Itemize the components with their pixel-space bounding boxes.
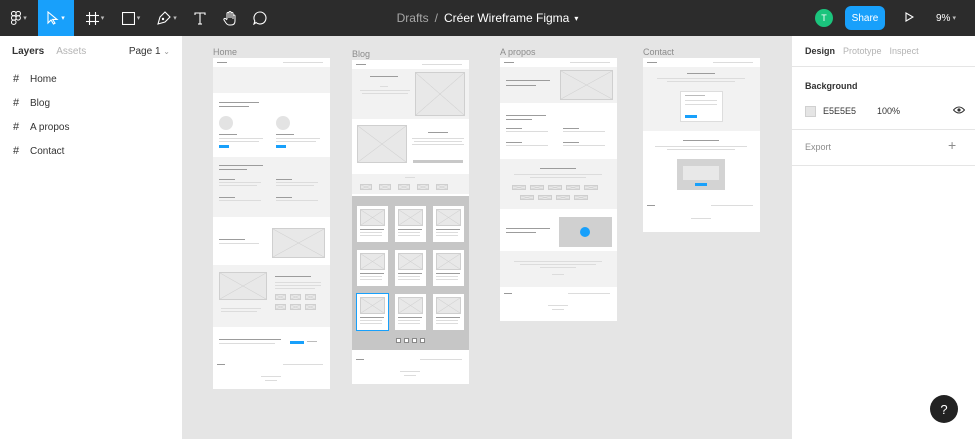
layer-item-contact[interactable]: # Contact — [0, 139, 182, 163]
frame-label-blog[interactable]: Blog — [352, 49, 370, 59]
blog-card — [395, 294, 426, 330]
chevron-down-icon: ▾ — [136, 14, 141, 22]
comment-tool-button[interactable] — [249, 0, 271, 36]
eye-icon[interactable] — [952, 106, 966, 116]
blog-card — [395, 206, 426, 242]
hand-tool-button[interactable] — [219, 0, 241, 36]
chevron-down-icon: ▾ — [173, 14, 177, 22]
layer-item-blog[interactable]: # Blog — [0, 91, 182, 115]
chevron-down-icon: ▾ — [61, 14, 65, 22]
text-tool-icon — [194, 11, 206, 25]
tab-inspect[interactable]: Inspect — [890, 46, 919, 56]
blog-card — [433, 250, 464, 286]
frame-icon: # — [13, 145, 20, 157]
blog-card — [356, 293, 389, 331]
frame-icon: # — [13, 73, 20, 85]
layer-item-a-propos[interactable]: # A propos — [0, 115, 182, 139]
frame-a-propos[interactable] — [500, 58, 617, 321]
breadcrumb-separator: / — [434, 11, 438, 25]
layers-panel: Layers Assets Page 1 ⌄ # Home # Blog # A pr… — [0, 36, 183, 439]
export-section-title: Export — [805, 142, 832, 152]
background-hex-input[interactable]: E5E5E5 — [823, 106, 873, 116]
background-opacity-input[interactable]: 100% — [877, 106, 900, 116]
move-tool-icon — [47, 11, 59, 25]
properties-panel: Design Prototype Inspect Background E5E5… — [791, 36, 975, 439]
present-button[interactable] — [900, 9, 918, 27]
zoom-menu[interactable]: 9% ▾ — [936, 0, 956, 36]
hand-tool-icon — [223, 10, 237, 26]
page-selector-label: Page 1 — [128, 46, 161, 57]
help-button[interactable]: ? — [930, 395, 958, 423]
share-button[interactable]: Share — [845, 6, 885, 30]
frame-label-home[interactable]: Home — [213, 47, 237, 57]
pen-tool-icon — [157, 11, 172, 25]
figma-menu-icon — [11, 11, 22, 25]
right-panel-tabs: Design Prototype Inspect — [792, 36, 975, 67]
frame-tool-button[interactable]: ▾ — [80, 0, 110, 36]
play-icon — [904, 9, 914, 27]
frame-label-contact[interactable]: Contact — [643, 47, 674, 57]
user-avatar[interactable]: T — [815, 9, 833, 27]
background-section-title: Background — [805, 81, 858, 91]
chevron-down-icon[interactable]: ▾ — [574, 14, 578, 23]
text-tool-button[interactable] — [189, 0, 211, 36]
layer-label: Blog — [30, 97, 51, 109]
tab-design[interactable]: Design — [805, 46, 835, 56]
background-fill-row: E5E5E5 100% — [805, 104, 966, 118]
comment-tool-icon — [253, 11, 267, 25]
chevron-down-icon: ⌄ — [163, 47, 170, 56]
breadcrumb-drafts[interactable]: Drafts — [397, 11, 429, 25]
frame-contact[interactable] — [643, 58, 760, 232]
top-toolbar: ▾ ▾ ▾ ▾ ▾ Drafts / Créer Wireframe Figma… — [0, 0, 975, 36]
chevron-down-icon: ▾ — [23, 14, 27, 22]
canvas[interactable]: Home Blog A propos Contact — [184, 36, 791, 439]
frame-blog[interactable] — [352, 60, 469, 384]
background-color-swatch[interactable] — [805, 105, 816, 117]
frame-icon: # — [13, 97, 20, 109]
pen-tool-button[interactable]: ▾ — [152, 0, 182, 36]
frame-label-a-propos[interactable]: A propos — [500, 47, 536, 57]
zoom-level: 9% — [936, 12, 951, 24]
tab-assets[interactable]: Assets — [56, 46, 86, 57]
blog-card — [357, 250, 388, 286]
blog-card — [357, 206, 388, 242]
page-selector[interactable]: Page 1 ⌄ — [129, 46, 170, 57]
shape-tool-button[interactable]: ▾ — [116, 0, 146, 36]
divider — [792, 165, 975, 166]
chevron-down-icon: ▾ — [100, 14, 105, 22]
frame-home[interactable] — [213, 58, 330, 389]
layer-label: A propos — [30, 121, 70, 133]
chevron-down-icon: ▾ — [952, 14, 956, 22]
main-menu-button[interactable]: ▾ — [4, 0, 34, 36]
move-tool-button[interactable]: ▾ — [38, 0, 74, 36]
file-name[interactable]: Créer Wireframe Figma — [444, 11, 569, 25]
blog-card — [433, 294, 464, 330]
left-panel-tabs: Layers Assets Page 1 ⌄ — [0, 36, 182, 67]
blog-card — [433, 206, 464, 242]
tab-layers[interactable]: Layers — [12, 46, 44, 57]
add-export-button[interactable]: + — [948, 137, 956, 153]
frame-tool-icon — [85, 11, 99, 25]
divider — [792, 129, 975, 130]
tab-prototype[interactable]: Prototype — [843, 46, 882, 56]
layer-label: Contact — [30, 145, 65, 157]
frame-icon: # — [13, 121, 20, 133]
layer-label: Home — [30, 73, 57, 85]
layer-item-home[interactable]: # Home — [0, 67, 182, 91]
blog-card — [395, 250, 426, 286]
shape-tool-icon — [121, 11, 135, 25]
